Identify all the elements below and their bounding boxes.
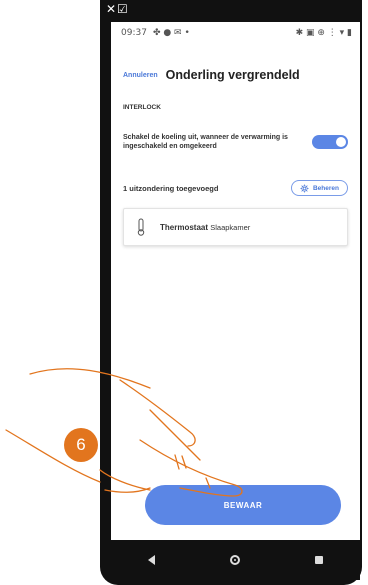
thermometer-icon (137, 218, 145, 236)
section-label: INTERLOCK (123, 104, 161, 111)
exceptions-count: 1 uitzondering toegevoegd (123, 183, 219, 193)
home-icon[interactable] (229, 555, 240, 565)
step-number-badge: 6 (64, 428, 98, 462)
toggle-knob (336, 137, 346, 147)
recent-apps-icon[interactable] (314, 556, 323, 564)
thermostat-card[interactable]: Thermostaat Slaapkamer (123, 208, 348, 246)
back-icon[interactable] (148, 555, 156, 565)
room-name: Slaapkamer (210, 222, 251, 232)
top-system-icons: ✕☑ (106, 2, 129, 16)
app-screen: 09:37 ✤ ● ✉ • ✱ ▣ ⊕ ⋮ ▾ ▮ Annuleren Onde… (111, 22, 360, 540)
page-header: Annuleren Onderling vergrendeld (123, 68, 352, 82)
status-left-icons: ✤ ● ✉ • (152, 28, 190, 38)
interlock-setting-text: Schakel de koeling uit, wanneer de verwa… (123, 134, 288, 150)
page-title: Onderling vergrendeld (165, 68, 300, 82)
interlock-toggle[interactable] (312, 135, 348, 149)
status-time: 09:37 (121, 28, 147, 38)
exceptions-row: 1 uitzondering toegevoegd Beheren (123, 180, 348, 196)
gear-icon (300, 183, 309, 193)
android-nav-bar (111, 540, 360, 580)
cancel-button[interactable]: Annuleren (123, 72, 158, 79)
card-label: Thermostaat Slaapkamer (160, 223, 250, 232)
status-bar: 09:37 ✤ ● ✉ • ✱ ▣ ⊕ ⋮ ▾ ▮ (111, 22, 360, 44)
save-button[interactable]: BEWAAR (145, 485, 341, 525)
interlock-setting-row: Schakel de koeling uit, wanneer de verwa… (123, 133, 348, 151)
manage-button[interactable]: Beheren (290, 180, 348, 196)
status-right-icons: ✱ ▣ ⊕ ⋮ ▾ ▮ (295, 28, 352, 38)
device-type: Thermostaat (160, 222, 209, 232)
manage-label: Beheren (312, 184, 339, 192)
